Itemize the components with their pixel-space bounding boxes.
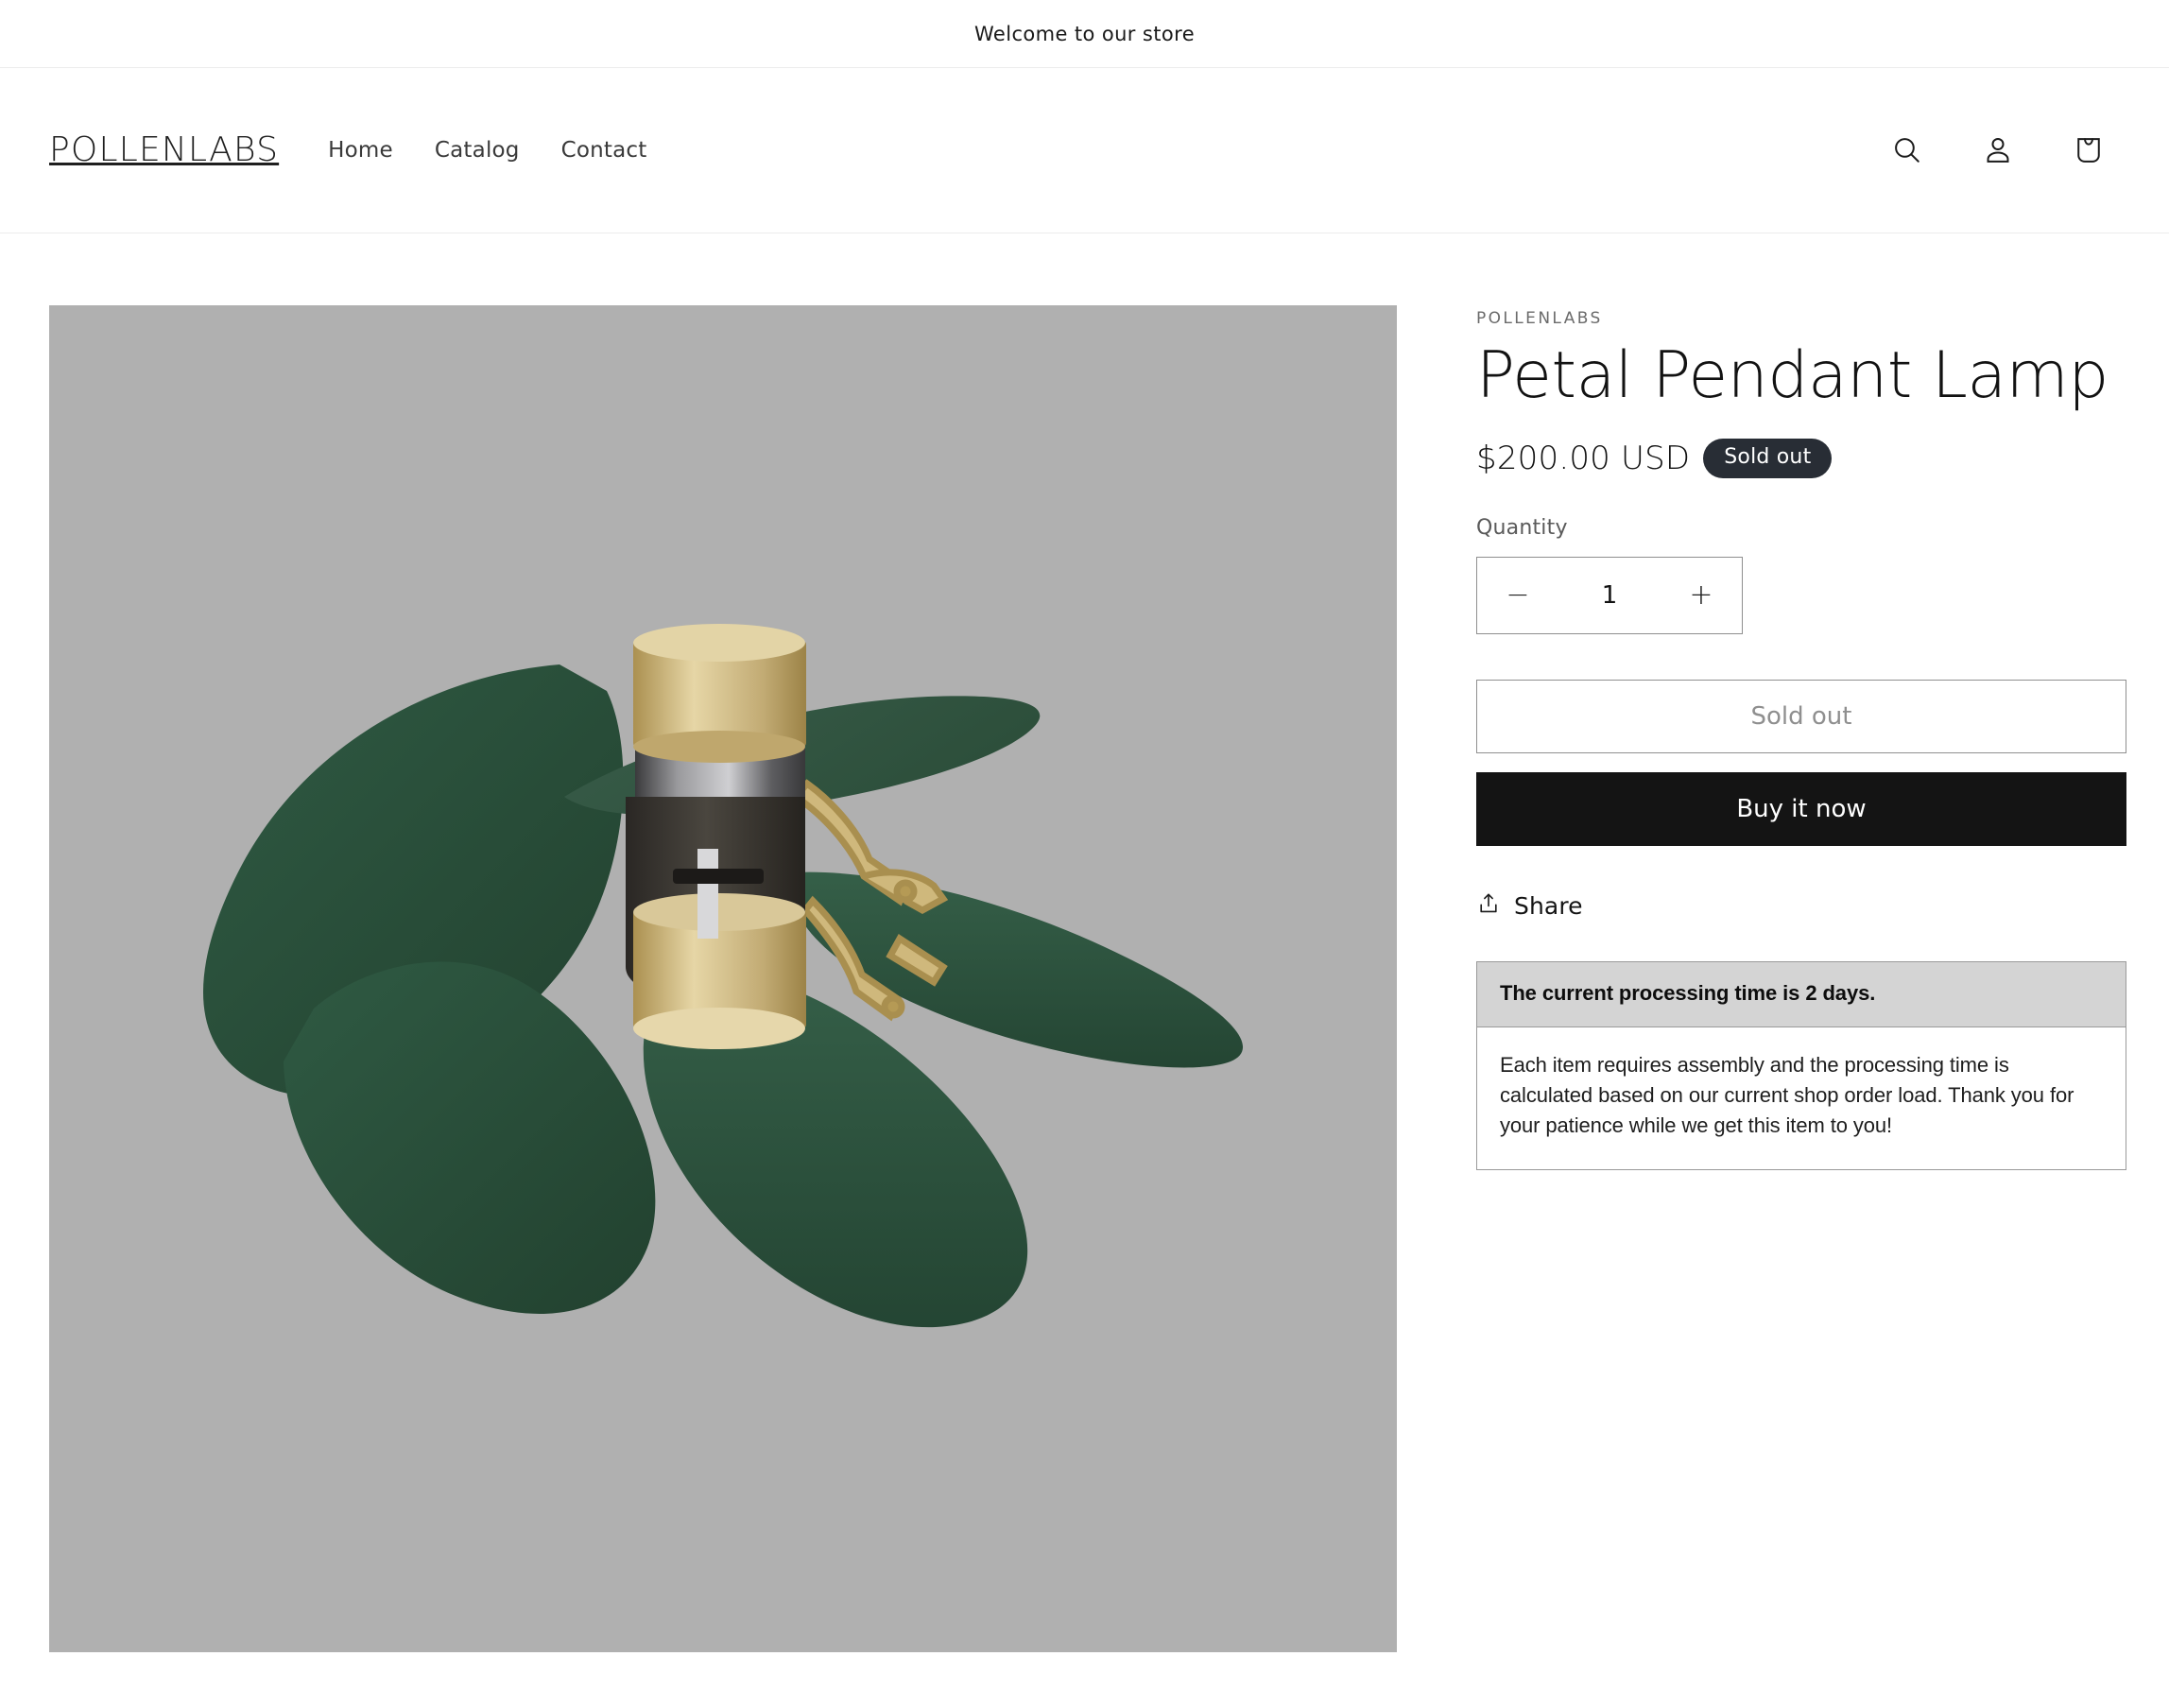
status-badge: Sold out: [1703, 439, 1833, 479]
announcement-bar: Welcome to our store: [0, 0, 2169, 68]
processing-time-heading: The current processing time is 2 days.: [1477, 962, 2126, 1028]
account-icon[interactable]: [1967, 119, 2029, 181]
main-navigation: Home Catalog Contact: [328, 138, 646, 163]
lamp-render: [49, 305, 1397, 1652]
share-label: Share: [1514, 891, 1583, 920]
buy-it-now-button[interactable]: Buy it now: [1476, 772, 2126, 847]
nav-item-home[interactable]: Home: [328, 138, 393, 163]
price-row: $200.00 USD Sold out: [1476, 439, 2126, 479]
quantity-input[interactable]: [1558, 558, 1661, 634]
search-icon[interactable]: [1876, 119, 1938, 181]
processing-time-card: The current processing time is 2 days. E…: [1476, 961, 2126, 1171]
share-icon: [1476, 891, 1501, 920]
product-info: POLLENLABS Petal Pendant Lamp $200.00 US…: [1476, 305, 2126, 1171]
header-actions: [1876, 119, 2120, 181]
announcement-text: Welcome to our store: [973, 22, 1196, 45]
quantity-increase-button[interactable]: +: [1661, 558, 1742, 633]
product-price: $200.00 USD: [1476, 440, 1691, 478]
site-header: POLLENLABS Home Catalog Contact: [0, 68, 2169, 233]
quantity-stepper[interactable]: − +: [1476, 557, 1743, 635]
processing-time-body: Each item requires assembly and the proc…: [1500, 1053, 2074, 1138]
nav-item-contact[interactable]: Contact: [561, 138, 647, 163]
product-image[interactable]: [49, 305, 1397, 1652]
quantity-decrease-button[interactable]: −: [1477, 558, 1558, 633]
page-title: Petal Pendant Lamp: [1476, 338, 2109, 413]
share-button[interactable]: Share: [1476, 891, 1583, 920]
site-logo[interactable]: POLLENLABS: [49, 133, 279, 167]
product-page: POLLENLABS Petal Pendant Lamp $200.00 US…: [0, 233, 2169, 1652]
inner-pin: [697, 849, 718, 939]
nav-item-catalog[interactable]: Catalog: [435, 138, 520, 163]
quantity-label: Quantity: [1476, 516, 1568, 541]
add-to-cart-button[interactable]: Sold out: [1476, 680, 2126, 754]
cart-icon[interactable]: [2057, 119, 2120, 181]
product-vendor: POLLENLABS: [1476, 309, 1603, 328]
